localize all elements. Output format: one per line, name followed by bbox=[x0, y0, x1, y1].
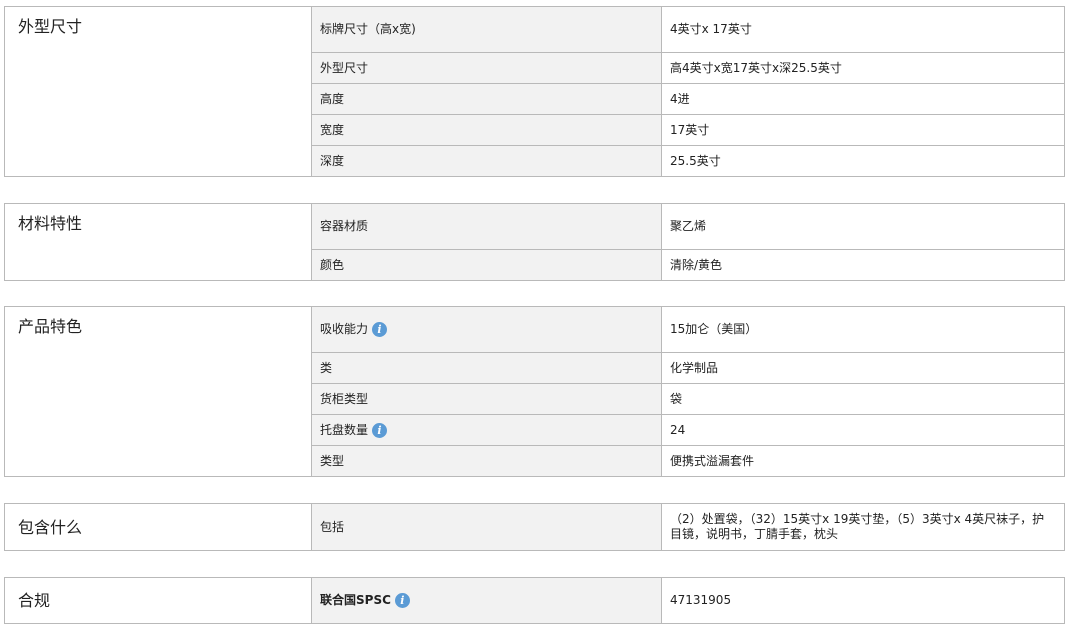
row-label-with-info: 托盘数量 i bbox=[311, 414, 662, 446]
row-value: 聚乙烯 bbox=[661, 203, 1065, 250]
row-label: 货柜类型 bbox=[311, 383, 662, 415]
section-title-features: 产品特色 bbox=[4, 306, 312, 477]
table-row: 包含什么 包括 （2）处置袋，（32）15英寸x 19英寸垫，（5）3英寸x 4… bbox=[4, 503, 1065, 551]
row-label: 联合国SPSC bbox=[320, 593, 391, 607]
row-label: 深度 bbox=[311, 145, 662, 177]
dimensions-table: 外型尺寸 标牌尺寸（高x宽) 4英寸x 17英寸 外型尺寸 高4英寸x宽17英寸… bbox=[4, 6, 1065, 177]
included-table: 包含什么 包括 （2）处置袋，（32）15英寸x 19英寸垫，（5）3英寸x 4… bbox=[4, 503, 1065, 551]
row-value: 17英寸 bbox=[661, 114, 1065, 146]
compliance-table: 合规 联合国SPSC i 47131905 bbox=[4, 577, 1065, 624]
table-row: 外型尺寸 标牌尺寸（高x宽) 4英寸x 17英寸 bbox=[4, 6, 1065, 177]
row-label-with-info: 吸收能力 i bbox=[311, 306, 662, 353]
row-label-with-info: 联合国SPSC i bbox=[311, 577, 662, 624]
row-value: 4进 bbox=[661, 83, 1065, 115]
row-label: 宽度 bbox=[311, 114, 662, 146]
row-value: 清除/黄色 bbox=[661, 249, 1065, 281]
row-label: 吸收能力 bbox=[320, 322, 369, 336]
row-label: 类 bbox=[311, 352, 662, 384]
material-table: 材料特性 容器材质 聚乙烯 颜色 清除/黄色 bbox=[4, 203, 1065, 281]
row-value: 4英寸x 17英寸 bbox=[661, 6, 1065, 53]
row-label: 外型尺寸 bbox=[311, 52, 662, 84]
section-title-dimensions: 外型尺寸 bbox=[4, 6, 312, 177]
section-title-included: 包含什么 bbox=[4, 503, 312, 551]
row-value: 15加仑（美国） bbox=[661, 306, 1065, 353]
info-icon[interactable]: i bbox=[372, 322, 388, 337]
row-label: 容器材质 bbox=[311, 203, 662, 250]
table-row: 产品特色 吸收能力 i 15加仑（美国） bbox=[4, 306, 1065, 477]
table-row: 合规 联合国SPSC i 47131905 bbox=[4, 577, 1065, 624]
row-value: 化学制品 bbox=[661, 352, 1065, 384]
row-value: 47131905 bbox=[661, 577, 1065, 624]
section-title-compliance: 合规 bbox=[4, 577, 312, 624]
features-table: 产品特色 吸收能力 i 15加仑（美国） 类 化学制品 货柜类型 袋 托盘数量 i … bbox=[4, 306, 1065, 477]
row-value: 25.5英寸 bbox=[661, 145, 1065, 177]
row-value: 便携式溢漏套件 bbox=[661, 445, 1065, 477]
row-label: 标牌尺寸（高x宽) bbox=[311, 6, 662, 53]
row-label: 包括 bbox=[311, 503, 662, 551]
row-value: （2）处置袋，（32）15英寸x 19英寸垫，（5）3英寸x 4英尺袜子，护目镜… bbox=[661, 503, 1065, 551]
info-icon[interactable]: i bbox=[372, 422, 388, 438]
row-value: 高4英寸x宽17英寸x深25.5英寸 bbox=[661, 52, 1065, 84]
row-label: 颜色 bbox=[311, 249, 662, 281]
row-label: 类型 bbox=[311, 445, 662, 477]
row-value: 24 bbox=[661, 414, 1065, 446]
row-label: 托盘数量 bbox=[320, 422, 369, 437]
info-icon[interactable]: i bbox=[394, 593, 410, 608]
section-title-material: 材料特性 bbox=[4, 203, 312, 281]
row-label: 高度 bbox=[311, 83, 662, 115]
table-row: 材料特性 容器材质 聚乙烯 bbox=[4, 203, 1065, 281]
row-value: 袋 bbox=[661, 383, 1065, 415]
